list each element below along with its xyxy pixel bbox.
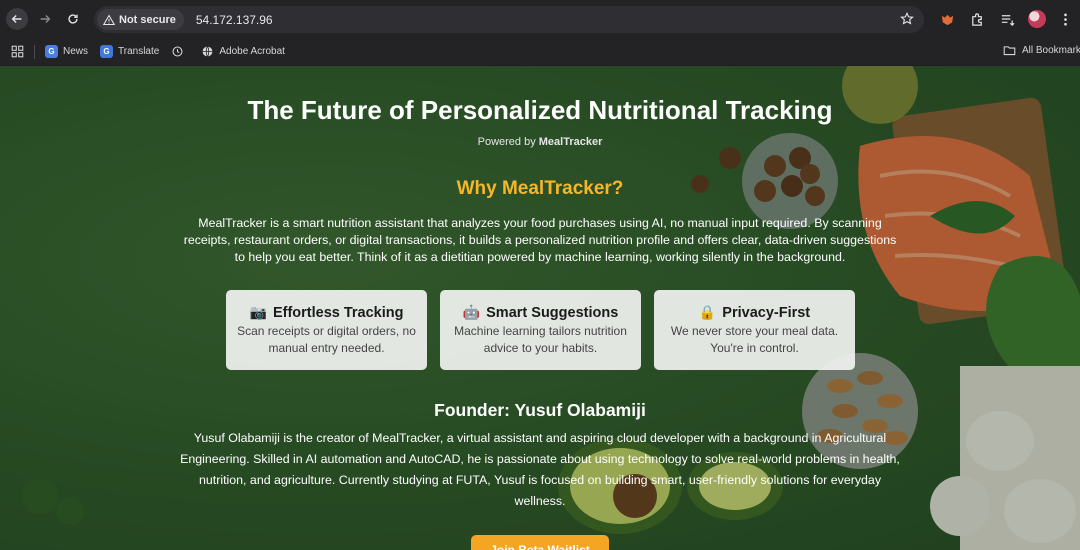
feature-desc: Machine learning tailors nutrition advic…	[454, 324, 627, 355]
feature-card-privacy: 🔒 Privacy-First We never store your meal …	[654, 290, 855, 370]
bookmark-history[interactable]	[171, 45, 189, 58]
apps-grid-icon[interactable]	[11, 45, 24, 58]
news-icon: G	[45, 45, 58, 58]
robot-icon: 🤖	[462, 304, 481, 320]
feature-desc: Scan receipts or digital orders, no manu…	[237, 324, 416, 355]
all-bookmarks-label: All Bookmarks	[1022, 45, 1080, 56]
profile-avatar[interactable]	[1028, 10, 1046, 28]
arrow-left-icon	[11, 15, 22, 23]
warning-icon	[103, 13, 115, 25]
extension-fox-icon[interactable]	[938, 10, 956, 28]
founder-heading: Founder: Yusuf Olabamiji	[434, 400, 646, 420]
reload-button[interactable]	[62, 8, 84, 30]
lock-icon: 🔒	[698, 304, 717, 320]
bookmark-label: Adobe Acrobat	[219, 46, 285, 57]
feature-title: Effortless Tracking	[272, 304, 404, 321]
powered-by-text: Powered by MealTracker	[0, 136, 1080, 148]
bookmark-translate[interactable]: G Translate	[100, 45, 159, 58]
back-button[interactable]	[6, 8, 28, 30]
reading-list-icon[interactable]	[998, 10, 1016, 28]
page-title: The Future of Personalized Nutritional T…	[247, 95, 833, 125]
feature-card-suggestions: 🤖 Smart Suggestions Machine learning tail…	[440, 290, 641, 370]
camera-icon: 📷	[249, 304, 267, 320]
why-prefix: Why	[456, 178, 502, 199]
forward-button[interactable]	[34, 8, 56, 30]
bookmark-adobe-acrobat[interactable]: Adobe Acrobat	[201, 45, 285, 58]
bookmarks-bar: G News G Translate Adobe Acrobat All Boo…	[0, 38, 1080, 65]
extensions-puzzle-icon[interactable]	[968, 10, 986, 28]
feature-title: Privacy-First	[722, 304, 811, 321]
bookmark-label: Translate	[118, 46, 160, 57]
security-indicator[interactable]: Not secure	[97, 9, 184, 30]
join-waitlist-button[interactable]: Join Beta Waitlist	[471, 535, 609, 550]
all-bookmarks[interactable]: All Bookmarks	[1003, 44, 1080, 57]
folder-icon	[1003, 46, 1016, 56]
address-bar[interactable]: Not secure 54.172.137.96	[94, 6, 924, 33]
feature-card-tracking: 📷 Effortless Tracking Scan receipts or di…	[226, 290, 427, 370]
hero-section: The Future of Personalized Nutritional T…	[0, 66, 1080, 550]
powered-brand: MealTracker	[538, 136, 603, 148]
translate-icon: G	[100, 45, 114, 58]
feature-desc: We never store your meal data. You're in…	[670, 324, 839, 355]
url-text[interactable]: 54.172.137.96	[196, 13, 273, 27]
menu-icon[interactable]	[1056, 10, 1074, 28]
browser-toolbar: Not secure 54.172.137.96	[0, 0, 1080, 38]
arrow-right-icon	[40, 15, 51, 23]
reload-icon	[68, 14, 78, 24]
security-label: Not secure	[119, 13, 176, 26]
history-icon	[172, 46, 183, 57]
bookmarks-divider	[34, 44, 35, 59]
feature-title: Smart Suggestions	[486, 304, 619, 321]
bookmark-star-icon[interactable]	[900, 12, 914, 26]
bookmark-news[interactable]: G News	[45, 45, 88, 58]
powered-prefix: Powered by	[477, 136, 539, 148]
founder-bio: Yusuf Olabamiji is the creator of MealTr…	[180, 431, 900, 508]
intro-paragraph: MealTracker is a smart nutrition assista…	[183, 216, 897, 264]
feature-cards: 📷 Effortless Tracking Scan receipts or di…	[226, 290, 868, 370]
bookmark-label: News	[63, 46, 89, 57]
globe-icon	[202, 46, 213, 57]
page-viewport: The Future of Personalized Nutritional T…	[0, 66, 1080, 550]
why-brand: MealTracker?	[501, 178, 624, 199]
why-heading: Why MealTracker?	[0, 178, 1080, 200]
